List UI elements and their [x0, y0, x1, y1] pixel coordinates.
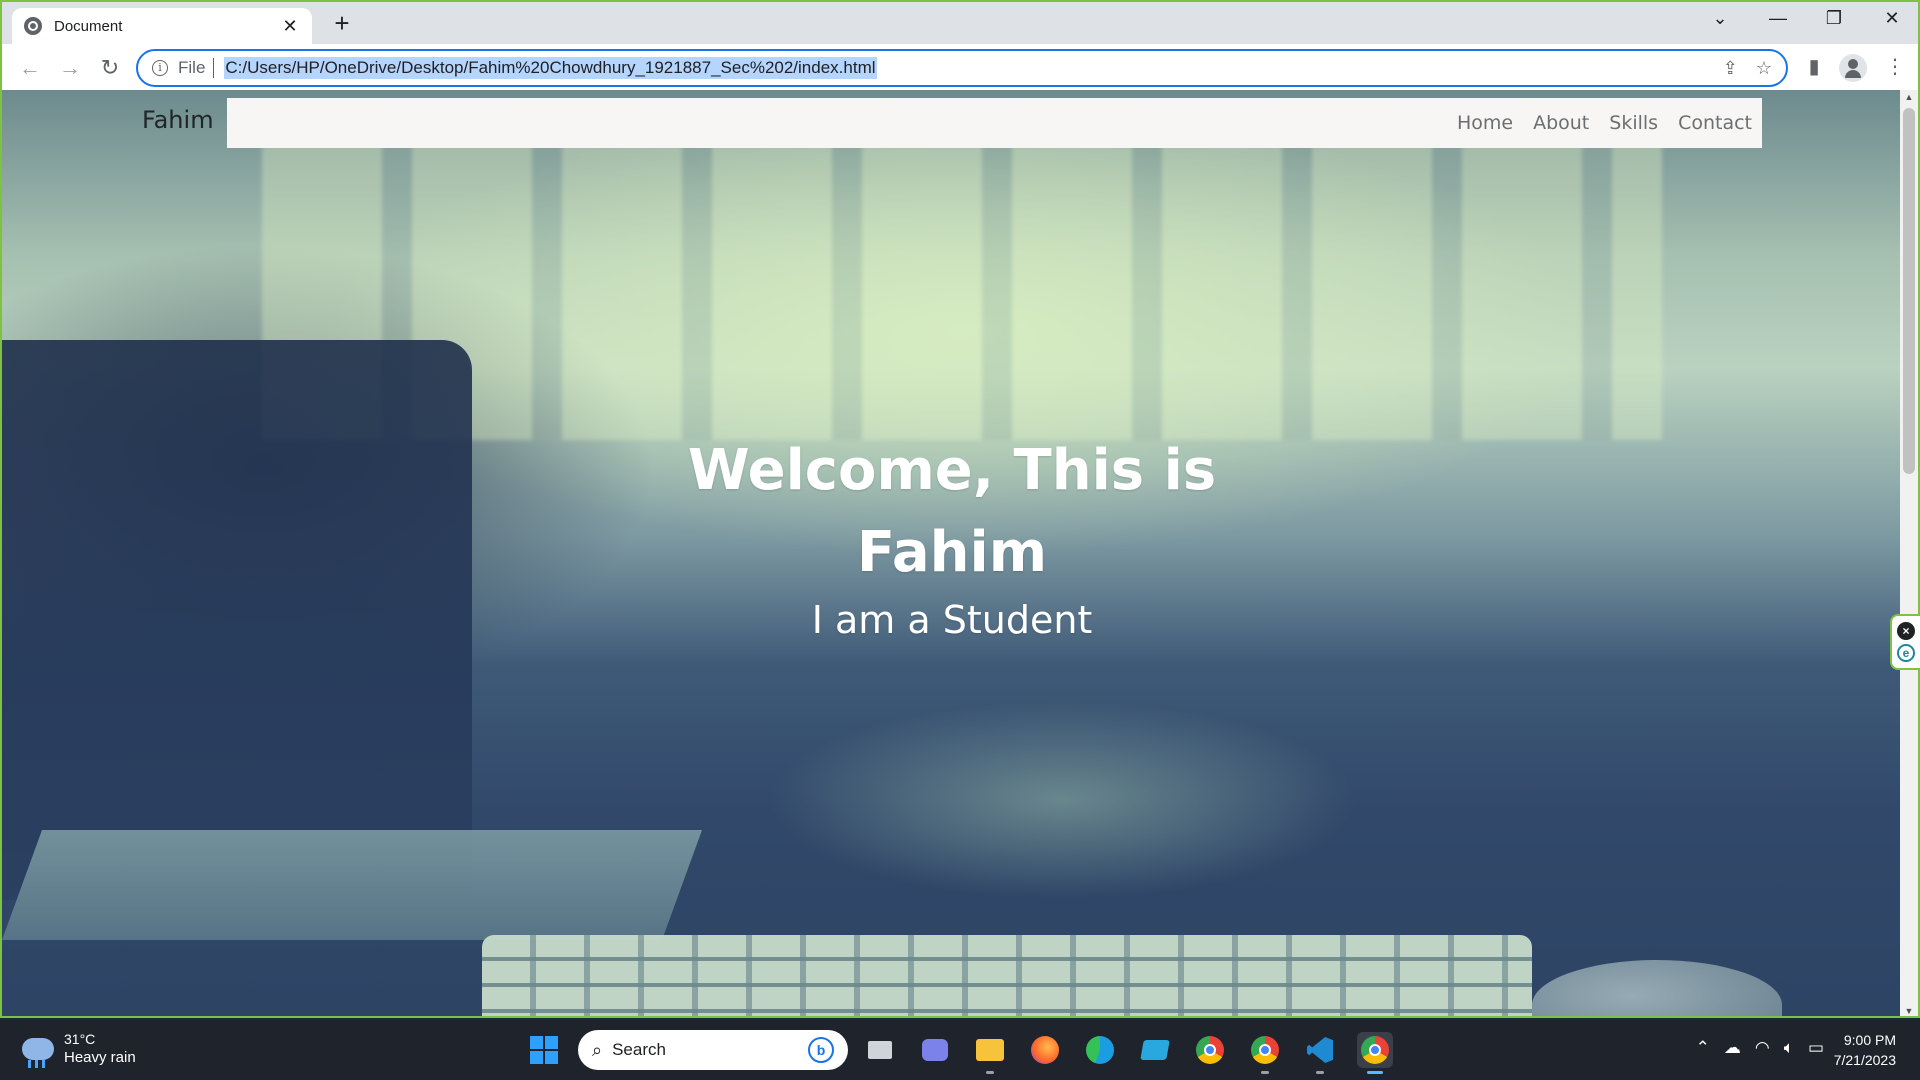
- weather-widget[interactable]: 31°C Heavy rain: [22, 1030, 136, 1068]
- scroll-up-icon[interactable]: ▲: [1900, 92, 1918, 102]
- scrollbar-thumb[interactable]: [1903, 108, 1915, 474]
- task-view-icon[interactable]: [862, 1032, 898, 1068]
- system-tray: ⌃ ☁ ◠ 🔈︎ ▭: [1696, 1038, 1824, 1058]
- navbar-box: Home About Skills Contact: [227, 98, 1762, 148]
- page-scrollbar[interactable]: ▲ ▼: [1900, 90, 1918, 1016]
- browser-chrome: Document ✕ + ⌄ — ❐ ✕ ← → ↻ i File C:/Use…: [0, 0, 1920, 92]
- chrome-active-icon[interactable]: [1357, 1032, 1393, 1074]
- star-icon[interactable]: ☆: [1756, 58, 1772, 79]
- store-icon[interactable]: [1137, 1032, 1173, 1068]
- file-explorer-icon[interactable]: [972, 1032, 1008, 1074]
- nav-about[interactable]: About: [1533, 112, 1589, 134]
- url-text[interactable]: C:/Users/HP/OneDrive/Desktop/Fahim%20Cho…: [224, 57, 877, 79]
- chrome-profile-icon[interactable]: [1247, 1032, 1283, 1074]
- close-window-button[interactable]: ✕: [1872, 8, 1912, 29]
- address-actions: ⇪ ☆: [1723, 58, 1772, 79]
- edge-icon[interactable]: [1082, 1032, 1118, 1068]
- back-icon[interactable]: ←: [14, 52, 46, 84]
- brand-link[interactable]: Fahim: [142, 106, 214, 134]
- weather-text: 31°C Heavy rain: [64, 1030, 136, 1068]
- hero-subtitle: I am a Student: [811, 598, 1093, 642]
- onedrive-cloud-icon[interactable]: ☁: [1724, 1038, 1741, 1058]
- scheme-label: File: [178, 58, 206, 77]
- rain-cloud-icon: [22, 1038, 54, 1068]
- side-widget: × e: [1890, 614, 1920, 670]
- tab-close-icon[interactable]: ✕: [280, 16, 300, 37]
- tab-strip: Document ✕ + ⌄ — ❐ ✕: [2, 2, 1918, 44]
- bing-icon[interactable]: b: [808, 1037, 834, 1063]
- background-window-blur: [262, 140, 1662, 440]
- sidepanel-icon[interactable]: ▮: [1799, 54, 1829, 79]
- minimize-button[interactable]: —: [1758, 8, 1798, 29]
- globe-icon: [24, 17, 42, 35]
- restore-button[interactable]: ❐: [1814, 8, 1854, 29]
- nav-links: Home About Skills Contact: [1457, 98, 1752, 148]
- windows-start-icon[interactable]: [530, 1036, 558, 1064]
- search-label: Search: [612, 1040, 666, 1059]
- hero-title: Welcome, This is Fahim: [687, 438, 1217, 585]
- share-icon[interactable]: ⇪: [1723, 58, 1738, 79]
- extension-e-icon[interactable]: e: [1897, 644, 1915, 662]
- weather-temp: 31°C: [64, 1031, 96, 1047]
- tab-search-chevron-icon[interactable]: ⌄: [1700, 8, 1740, 29]
- background-mouse: [1532, 960, 1782, 1016]
- taskbar: 31°C Heavy rain ⌕ Search b ⌃ ☁ ◠ 🔈︎ ▭ 9:…: [0, 1020, 1920, 1080]
- profile-icon[interactable]: [1839, 54, 1867, 82]
- scroll-down-icon[interactable]: ▼: [1900, 1006, 1918, 1016]
- nav-contact[interactable]: Contact: [1678, 112, 1752, 134]
- tab-title: Document: [54, 17, 123, 35]
- clock[interactable]: 9:00 PM 7/21/2023: [1834, 1030, 1896, 1070]
- browser-toolbar: ← → ↻ i File C:/Users/HP/OneDrive/Deskto…: [2, 44, 1918, 92]
- vscode-icon[interactable]: [1302, 1032, 1338, 1074]
- reload-icon[interactable]: ↻: [94, 52, 126, 84]
- close-circle-icon[interactable]: ×: [1897, 622, 1915, 640]
- weather-condition: Heavy rain: [64, 1049, 136, 1066]
- volume-icon[interactable]: 🔈︎: [1784, 1038, 1794, 1058]
- menu-icon[interactable]: ⋮: [1880, 54, 1910, 79]
- search-icon: ⌕: [592, 1039, 603, 1060]
- taskbar-search[interactable]: ⌕ Search b: [578, 1030, 848, 1070]
- info-icon[interactable]: i: [152, 60, 168, 76]
- forward-icon[interactable]: →: [54, 52, 86, 84]
- address-separator: [213, 58, 215, 78]
- tab-document[interactable]: Document ✕: [12, 8, 312, 44]
- chrome-icon[interactable]: [1192, 1032, 1228, 1068]
- hero-section: Welcome, This is Fahim I am a Student: [2, 430, 1902, 642]
- background-keyboard: [482, 935, 1532, 1016]
- page-viewport: Fahim Home About Skills Contact Welcome,…: [0, 90, 1920, 1018]
- background-laptop-base: [2, 830, 703, 940]
- chevron-up-icon[interactable]: ⌃: [1696, 1038, 1710, 1058]
- wifi-icon[interactable]: ◠: [1755, 1038, 1770, 1058]
- clock-time: 9:00 PM: [1843, 1032, 1896, 1048]
- new-tab-button[interactable]: +: [327, 10, 357, 36]
- clock-date: 7/21/2023: [1833, 1052, 1896, 1068]
- address-bar[interactable]: i File C:/Users/HP/OneDrive/Desktop/Fahi…: [136, 49, 1788, 87]
- battery-icon[interactable]: ▭: [1808, 1038, 1824, 1058]
- teams-icon[interactable]: [917, 1032, 953, 1068]
- nav-skills[interactable]: Skills: [1609, 112, 1658, 134]
- nav-home[interactable]: Home: [1457, 112, 1513, 134]
- site-navbar: Fahim Home About Skills Contact: [2, 98, 1918, 150]
- firefox-icon[interactable]: [1027, 1032, 1063, 1068]
